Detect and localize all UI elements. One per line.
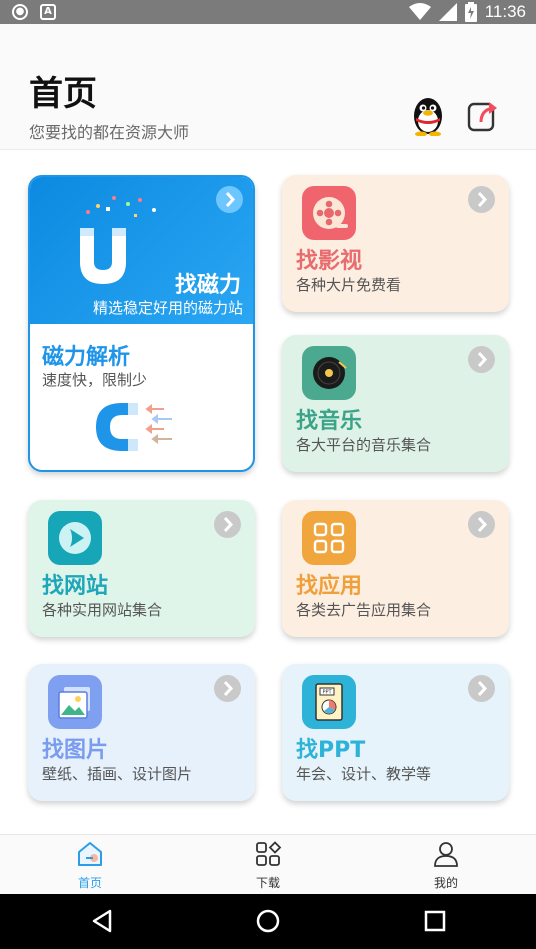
ppt-document-icon: PPT bbox=[302, 675, 356, 729]
svg-text:PPT: PPT bbox=[322, 690, 332, 696]
home-circle-icon[interactable] bbox=[253, 906, 283, 936]
page-header: 首页 您要找的都在资源大师 bbox=[0, 24, 536, 150]
battery-icon bbox=[464, 2, 477, 22]
signal-icon bbox=[438, 3, 457, 21]
film-reel-icon bbox=[302, 186, 356, 240]
magnet-card[interactable]: 找磁力 精选稳定好用的磁力站 磁力解析 速度快，限制少 bbox=[28, 175, 255, 472]
app-grid-icon bbox=[302, 511, 356, 565]
music-card-desc: 各大平台的音乐集合 bbox=[296, 436, 432, 454]
chevron-right-icon bbox=[468, 675, 495, 702]
video-card-title: 找影视 bbox=[296, 249, 363, 274]
ppt-card-desc: 年会、设计、教学等 bbox=[296, 765, 432, 783]
play-globe-icon bbox=[48, 511, 102, 565]
system-navigation-bar bbox=[0, 894, 536, 949]
chevron-right-icon bbox=[216, 186, 243, 213]
video-card[interactable]: 找影视 各种大片免费看 bbox=[282, 175, 509, 312]
nav-mine[interactable]: 我的 bbox=[416, 841, 476, 891]
picture-icon bbox=[48, 675, 102, 729]
website-card-desc: 各种实用网站集合 bbox=[42, 601, 163, 619]
chevron-right-icon bbox=[214, 675, 241, 702]
website-card-title: 找网站 bbox=[42, 574, 109, 599]
magnet-parse-desc: 速度快，限制少 bbox=[42, 371, 148, 389]
clock: 11:36 bbox=[484, 2, 526, 21]
qq-penguin-icon[interactable] bbox=[410, 96, 446, 137]
image-card[interactable]: 找图片 壁纸、插画、设计图片 bbox=[28, 664, 255, 801]
vinyl-record-icon bbox=[302, 346, 356, 400]
page-title: 首页 bbox=[29, 74, 97, 114]
magnet-card-banner: 找磁力 精选稳定好用的磁力站 bbox=[30, 177, 253, 324]
nav-mine-label: 我的 bbox=[433, 876, 458, 890]
page-subtitle: 您要找的都在资源大师 bbox=[29, 123, 190, 142]
magnet-parse-title: 磁力解析 bbox=[42, 345, 131, 370]
nav-home-label: 首页 bbox=[77, 876, 102, 890]
user-icon bbox=[434, 842, 458, 867]
magnet-icon bbox=[80, 196, 156, 284]
bottom-navigation: 首页 下载 我的 bbox=[0, 834, 536, 894]
chevron-right-icon bbox=[468, 511, 495, 538]
back-icon[interactable] bbox=[88, 906, 118, 936]
ppt-card-title: 找PPT bbox=[296, 738, 366, 763]
app-card[interactable]: 找应用 各类去广告应用集合 bbox=[282, 500, 509, 637]
image-card-title: 找图片 bbox=[42, 738, 109, 763]
music-card[interactable]: 找音乐 各大平台的音乐集合 bbox=[282, 335, 509, 472]
magnet-parse-icon bbox=[96, 403, 172, 451]
chevron-right-icon bbox=[468, 346, 495, 373]
app-notification-icon: A bbox=[40, 4, 56, 20]
nav-home[interactable]: 首页 bbox=[60, 841, 120, 891]
shield-icon: ● bbox=[12, 4, 28, 20]
chevron-right-icon bbox=[214, 511, 241, 538]
app-card-desc: 各类去广告应用集合 bbox=[296, 601, 432, 619]
home-icon bbox=[78, 842, 102, 866]
ppt-card[interactable]: PPT 找PPT 年会、设计、教学等 bbox=[282, 664, 509, 801]
status-bar: ● A 11:36 bbox=[0, 0, 536, 24]
music-card-title: 找音乐 bbox=[296, 409, 363, 434]
nav-download-label: 下载 bbox=[255, 876, 280, 890]
share-icon[interactable] bbox=[467, 98, 503, 138]
app-card-title: 找应用 bbox=[296, 574, 363, 599]
image-card-desc: 壁纸、插画、设计图片 bbox=[42, 765, 193, 783]
video-card-desc: 各种大片免费看 bbox=[296, 276, 402, 294]
magnet-card-subtitle: 精选稳定好用的磁力站 bbox=[92, 299, 243, 317]
nav-download[interactable]: 下载 bbox=[238, 841, 298, 891]
website-card[interactable]: 找网站 各种实用网站集合 bbox=[28, 500, 255, 637]
chevron-right-icon bbox=[468, 186, 495, 213]
apps-grid-icon bbox=[256, 841, 282, 866]
magnet-card-title: 找磁力 bbox=[174, 273, 241, 298]
wifi-icon bbox=[408, 3, 431, 20]
recents-square-icon[interactable] bbox=[420, 906, 450, 936]
